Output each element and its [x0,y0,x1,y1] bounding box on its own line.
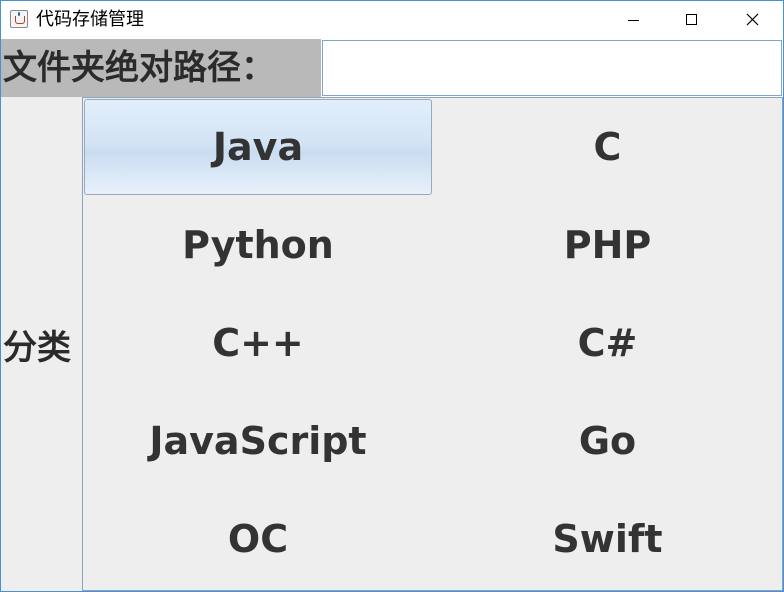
app-window: 代码存储管理 文件夹绝对路径： 分类 Java C Python PHP C++… [0,0,784,592]
category-label: 分类 [3,327,71,368]
maximize-button[interactable] [662,1,722,39]
language-button-go[interactable]: Go [433,392,782,490]
language-button-swift[interactable]: Swift [433,490,782,588]
language-button-javascript[interactable]: JavaScript [83,392,433,490]
language-button-cpp[interactable]: C++ [83,294,433,392]
folder-path-input[interactable] [322,40,782,96]
folder-path-label: 文件夹绝对路径： [1,39,321,97]
language-button-java[interactable]: Java [84,99,432,195]
language-button-grid: Java C Python PHP C++ C# JavaScript Go O… [82,97,783,591]
language-button-php[interactable]: PHP [433,196,782,294]
language-button-python[interactable]: Python [83,196,433,294]
language-button-csharp[interactable]: C# [433,294,782,392]
language-button-oc[interactable]: OC [83,490,433,588]
category-panel: 分类 Java C Python PHP C++ C# JavaScript G… [1,97,783,591]
window-title: 代码存储管理 [36,9,144,30]
maximize-icon [686,14,697,25]
minimize-button[interactable] [603,1,663,39]
close-icon [746,13,759,26]
java-cup-icon [10,10,28,28]
title-bar[interactable]: 代码存储管理 [1,1,783,39]
language-button-c[interactable]: C [433,98,782,196]
close-button[interactable] [722,1,782,39]
minimize-icon [628,20,639,21]
